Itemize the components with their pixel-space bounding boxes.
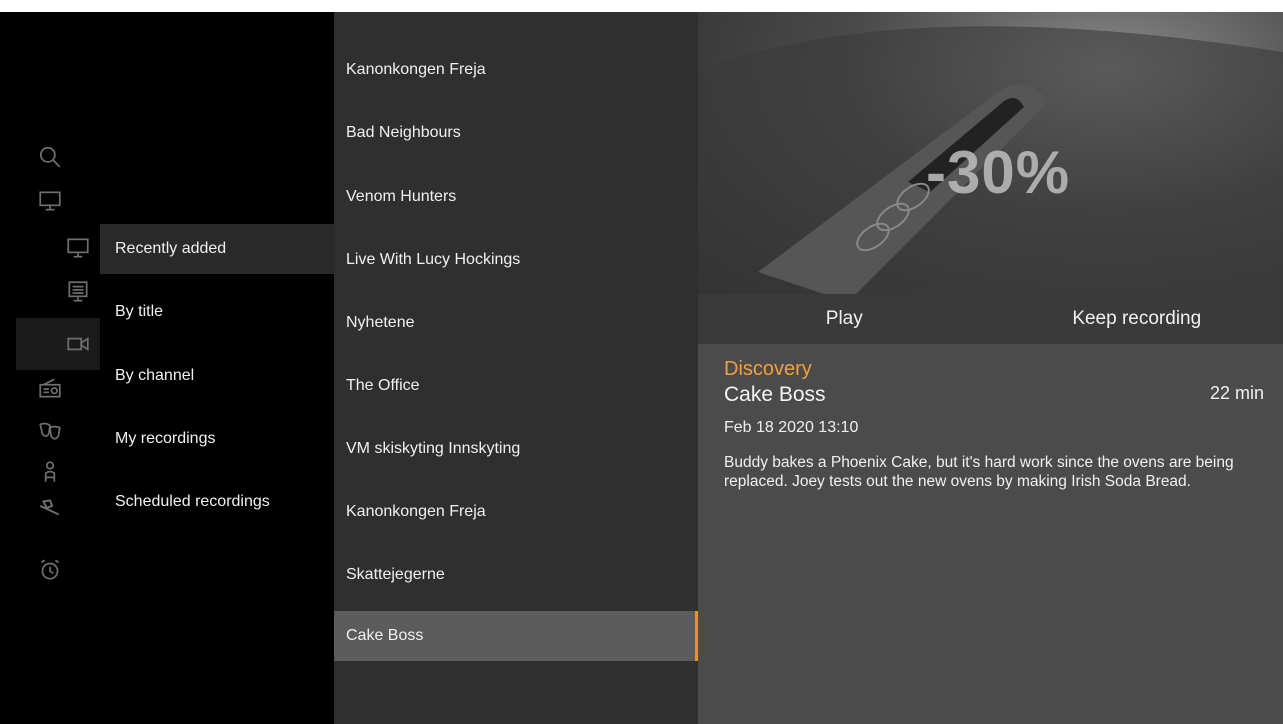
camera-icon[interactable] bbox=[64, 330, 92, 358]
search-icon[interactable] bbox=[36, 143, 64, 171]
program-info: Discovery Cake Boss 22 min Feb 18 2020 1… bbox=[724, 358, 1264, 491]
keep-recording-button[interactable]: Keep recording bbox=[991, 294, 1283, 344]
program-label: Skattejegerne bbox=[346, 566, 445, 583]
list-item[interactable]: Nyhetene bbox=[334, 298, 698, 348]
list-item-selected[interactable]: Cake Boss bbox=[334, 611, 698, 661]
discount-overlay: -30% bbox=[926, 139, 1071, 206]
category-scheduled-recordings[interactable]: Scheduled recordings bbox=[100, 477, 334, 527]
top-strip bbox=[0, 0, 1283, 12]
program-description: Buddy bakes a Phoenix Cake, but it's har… bbox=[724, 454, 1234, 490]
list-item[interactable]: Bad Neighbours bbox=[334, 108, 698, 158]
program-label: Kanonkongen Freja bbox=[346, 503, 486, 520]
tv-live-icon[interactable] bbox=[64, 234, 92, 262]
radio-icon[interactable] bbox=[36, 374, 64, 402]
theater-masks-icon[interactable] bbox=[36, 418, 64, 446]
list-item[interactable]: Skattejegerne bbox=[334, 550, 698, 600]
hero-image: -30% bbox=[698, 12, 1283, 294]
category-label: Recently added bbox=[115, 240, 227, 257]
list-item[interactable]: Kanonkongen Freja bbox=[334, 487, 698, 537]
category-label: My recordings bbox=[115, 430, 216, 447]
category-my-recordings[interactable]: My recordings bbox=[100, 414, 334, 464]
program-label: Nyhetene bbox=[346, 314, 415, 331]
program-label: Kanonkongen Freja bbox=[346, 61, 486, 78]
program-label: The Office bbox=[346, 377, 420, 394]
list-item[interactable]: Venom Hunters bbox=[334, 172, 698, 222]
action-bar: Play Keep recording bbox=[698, 294, 1283, 344]
category-menu: Recently added By title By channel My re… bbox=[100, 12, 334, 724]
list-item[interactable]: Live With Lucy Hockings bbox=[334, 235, 698, 285]
duration: 22 min bbox=[1209, 383, 1264, 403]
air-datetime: Feb 18 2020 13:10 bbox=[724, 419, 859, 436]
list-item[interactable]: The Office bbox=[334, 361, 698, 411]
list-item[interactable]: Kanonkongen Freja bbox=[334, 45, 698, 95]
program-label: Venom Hunters bbox=[346, 188, 457, 205]
tools-icon[interactable] bbox=[36, 494, 64, 522]
program-label: Cake Boss bbox=[346, 627, 424, 644]
program-label: VM skiskyting Innskyting bbox=[346, 440, 521, 457]
category-recently-added[interactable]: Recently added bbox=[100, 224, 334, 274]
tv-guide-icon[interactable] bbox=[64, 278, 92, 306]
title-row: Cake Boss 22 min bbox=[724, 383, 1264, 407]
category-by-title[interactable]: By title bbox=[100, 287, 334, 337]
program-list: Kanonkongen Freja Bad Neighbours Venom H… bbox=[334, 12, 698, 724]
detail-pane: -30% Play Keep recording Discovery Cake … bbox=[698, 12, 1283, 724]
program-label: Live With Lucy Hockings bbox=[346, 251, 521, 268]
list-item[interactable]: VM skiskyting Innskyting bbox=[334, 424, 698, 474]
category-label: By channel bbox=[115, 367, 195, 384]
tv-icon[interactable] bbox=[36, 187, 64, 215]
program-title: Cake Boss bbox=[724, 383, 826, 406]
icon-rail bbox=[0, 12, 100, 724]
category-label: By title bbox=[115, 303, 164, 320]
category-by-channel[interactable]: By channel bbox=[100, 351, 334, 401]
alarm-clock-icon[interactable] bbox=[36, 556, 64, 584]
program-label: Bad Neighbours bbox=[346, 124, 461, 141]
channel-name: Discovery bbox=[724, 358, 812, 380]
person-icon[interactable] bbox=[36, 458, 64, 486]
play-button[interactable]: Play bbox=[698, 294, 991, 344]
category-label: Scheduled recordings bbox=[115, 493, 270, 510]
